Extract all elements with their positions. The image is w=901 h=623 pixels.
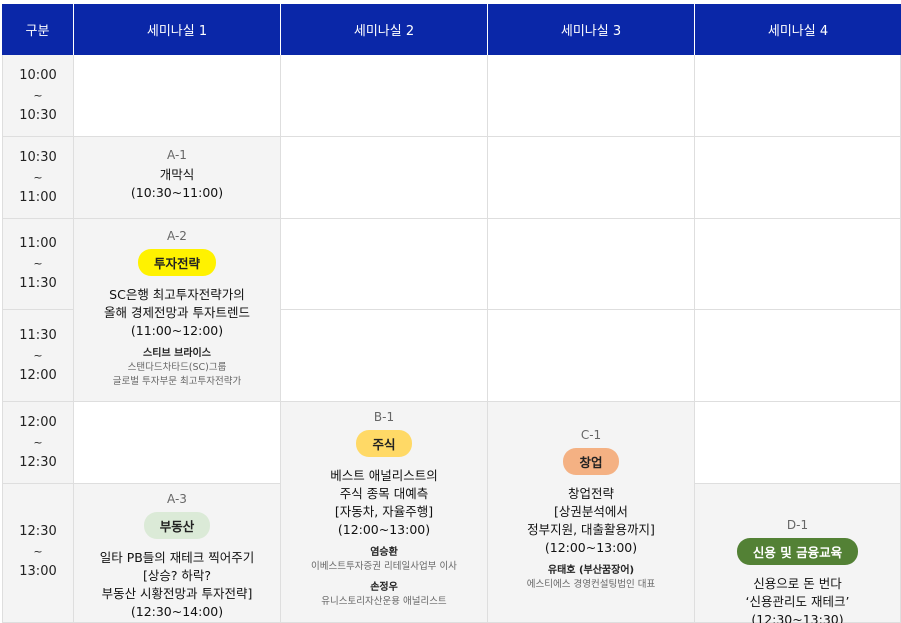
session-time: (12:00~13:00)	[337, 522, 431, 537]
session-code: A-2	[167, 229, 187, 243]
empty-cell	[695, 137, 901, 219]
time-separator: ~	[33, 257, 43, 270]
session-code: D-1	[786, 518, 809, 532]
time-end: 11:30	[19, 276, 57, 291]
session-code: C-1	[580, 428, 602, 442]
category-badge-realestate: 부동산	[143, 512, 211, 539]
empty-cell	[74, 55, 281, 137]
empty-cell	[695, 310, 901, 402]
session-code: A-1	[167, 148, 187, 162]
session-time: (11:00~12:00)	[130, 323, 224, 338]
session-title: [상권분석에서	[554, 504, 628, 519]
empty-cell	[488, 137, 695, 219]
session-d1[interactable]: D-1 신용 및 금융교육 신용으로 돈 번다 ‘신용관리도 재테크’ (12:…	[695, 484, 901, 623]
speaker-name: 손정우	[370, 582, 398, 593]
time-start: 10:30	[19, 149, 57, 165]
session-title: SC은행 최고투자전략가의	[109, 287, 245, 302]
category-badge-stock: 주식	[356, 430, 412, 457]
session-time: (12:30~13:30)	[751, 612, 844, 623]
time-end: 13:00	[19, 564, 57, 579]
session-time: (12:30~14:00)	[130, 604, 224, 619]
session-a1[interactable]: A-1 개막식 (10:30~11:00)	[74, 137, 281, 219]
time-end: 12:30	[19, 454, 57, 470]
header-room-2: 세미나실 2	[281, 4, 487, 55]
header-room-4: 세미나실 4	[695, 4, 901, 55]
session-code: B-1	[373, 410, 395, 424]
time-slot-1030: 10:30 ~ 11:00	[2, 137, 74, 219]
session-title: [자동차, 자율주행]	[334, 504, 434, 519]
session-c1[interactable]: C-1 창업 창업전략 [상권분석에서 정부지원, 대출활용까지] (12:00…	[488, 402, 695, 623]
session-title: 일타 PB들의 재테크 찍어주기	[99, 550, 255, 565]
time-separator: ~	[33, 545, 43, 558]
session-title: 베스트 애널리스트의	[330, 468, 438, 483]
session-time: (10:30~11:00)	[130, 185, 224, 200]
time-slot-1200: 12:00 ~ 12:30	[2, 402, 74, 484]
speaker-affiliation: 스탠다드차타드(SC)그룹	[127, 362, 227, 373]
session-title: 정부지원, 대출활용까지]	[527, 522, 655, 537]
header-category: 구분	[2, 4, 73, 55]
session-title: 부동산 시황전망과 투자전략]	[101, 586, 253, 601]
empty-cell	[281, 310, 488, 402]
speaker-name: 스티브 브라이스	[143, 348, 211, 359]
session-title: 신용으로 돈 번다	[753, 576, 842, 591]
session-a2[interactable]: A-2 투자전략 SC은행 최고투자전략가의 올해 경제전망과 투자트렌드 (1…	[74, 219, 281, 402]
session-title: 올해 경제전망과 투자트렌드	[104, 305, 250, 320]
session-title: ‘신용관리도 재테크’	[745, 594, 850, 609]
session-code: A-3	[167, 492, 187, 506]
time-separator: ~	[33, 435, 43, 449]
empty-cell	[695, 402, 901, 484]
speaker-affiliation: 글로벌 투자부문 최고투자전략가	[112, 376, 242, 387]
time-end: 12:00	[19, 367, 57, 383]
time-slot-1000: 10:00 ~ 10:30	[2, 55, 74, 137]
category-badge-credit: 신용 및 금융교육	[736, 538, 859, 565]
category-badge-investment: 투자전략	[137, 249, 216, 276]
session-title: 창업전략	[567, 486, 614, 501]
empty-cell	[281, 137, 488, 219]
speaker-affiliation: 이베스트투자증권 리테일사업부 이사	[311, 561, 457, 572]
session-title: 개막식	[159, 167, 195, 182]
time-end: 10:30	[19, 107, 57, 123]
time-separator: ~	[33, 88, 43, 102]
time-slot-1130: 11:30 ~ 12:00	[2, 310, 74, 402]
session-title: [상승? 하락?	[142, 568, 212, 583]
time-slot-1230: 12:30 ~ 13:00	[2, 484, 74, 623]
empty-cell	[74, 402, 281, 484]
speaker-name: 염승환	[370, 547, 398, 558]
time-slot-1100: 11:00 ~ 11:30	[2, 219, 74, 310]
time-start: 11:30	[19, 327, 57, 343]
time-separator: ~	[33, 348, 43, 362]
time-start: 10:00	[19, 67, 57, 83]
session-title: 주식 종목 대예측	[339, 486, 429, 501]
speaker-affiliation: 유니스토리자산운용 애널리스트	[321, 596, 447, 607]
category-badge-startup: 창업	[563, 448, 619, 475]
empty-cell	[488, 55, 695, 137]
empty-cell	[695, 219, 901, 310]
schedule-table: 구분 세미나실 1 세미나실 2 세미나실 3 세미나실 4 10:00 ~ 1…	[0, 0, 901, 623]
header-room-3: 세미나실 3	[488, 4, 694, 55]
header-room-1: 세미나실 1	[74, 4, 280, 55]
session-time: (12:00~13:00)	[544, 540, 638, 555]
empty-cell	[281, 55, 488, 137]
speaker-name: 유태호 (부산꿈장어)	[547, 565, 635, 576]
session-b1[interactable]: B-1 주식 베스트 애널리스트의 주식 종목 대예측 [자동차, 자율주행] …	[281, 402, 488, 623]
empty-cell	[281, 219, 488, 310]
speaker-affiliation: 에스티에스 경영컨설팅법인 대표	[526, 579, 656, 590]
empty-cell	[695, 55, 901, 137]
time-start: 12:00	[19, 414, 57, 430]
empty-cell	[488, 219, 695, 310]
time-end: 11:00	[19, 189, 57, 205]
time-separator: ~	[33, 170, 43, 184]
time-start: 11:00	[19, 236, 57, 251]
session-a3[interactable]: A-3 부동산 일타 PB들의 재테크 찍어주기 [상승? 하락? 부동산 시황…	[74, 484, 281, 623]
empty-cell	[488, 310, 695, 402]
time-start: 12:30	[19, 524, 57, 539]
